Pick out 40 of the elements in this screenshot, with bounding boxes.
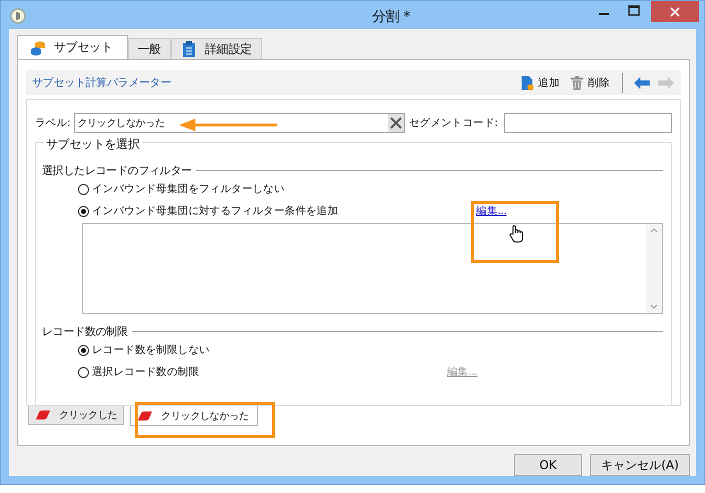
toolbar-button[interactable]: 追加 [518,74,562,90]
dialog-button[interactable]: キャンセル(A) [590,454,690,476]
filter-text-area[interactable] [82,223,663,314]
segment-code-caption: セグメントコード: [408,116,498,130]
group-title: サブセットを選択 [44,136,142,153]
toolbar-button[interactable]: 削除 [568,74,612,90]
forward-arrow-icon[interactable] [657,76,675,90]
section-title: サブセット計算パラメーター [32,75,172,90]
close-button[interactable] [651,1,699,22]
tab[interactable]: 一般 [128,38,171,59]
subset-tab[interactable]: クリックした [28,406,124,425]
clipboard-icon [180,41,197,57]
dialog-button[interactable]: OK [514,454,582,476]
trash-icon [570,74,584,90]
label-field[interactable]: クリックしなかった [74,113,405,133]
section-heading: 選択したレコードのフィルター [42,163,192,178]
parallelogram-icon [137,410,154,422]
app-icon [10,8,26,24]
tab[interactable]: 詳細設定 [170,38,262,59]
section-heading: レコード数の制限 [42,324,128,339]
hand-cursor-icon [509,225,523,243]
radio-option[interactable]: 選択レコード数の制限 [78,365,200,379]
database-icon [30,40,46,56]
edit-link[interactable]: 編集... [476,204,507,218]
subset-tab[interactable]: クリックしなかった [130,406,258,426]
scrollbar[interactable] [646,224,662,313]
close-icon [670,6,680,16]
parallelogram-icon [35,409,51,421]
segment-code-field[interactable] [504,113,672,133]
scroll-up-icon[interactable] [650,228,658,233]
scroll-down-icon[interactable] [650,304,658,309]
clear-icon[interactable] [388,114,404,132]
new-document-icon [520,74,534,90]
back-arrow-icon[interactable] [633,76,651,90]
radio-option[interactable]: インバウンド母集団に対するフィルター条件を追加 [78,204,338,218]
window-title: 分割 * [370,8,412,26]
label-caption: ラベル: [35,116,70,130]
radio-option[interactable]: レコード数を制限しない [78,343,210,357]
radio-option[interactable]: インバウンド母集団をフィルターしない [78,182,285,196]
tab[interactable]: サブセット [17,35,128,59]
